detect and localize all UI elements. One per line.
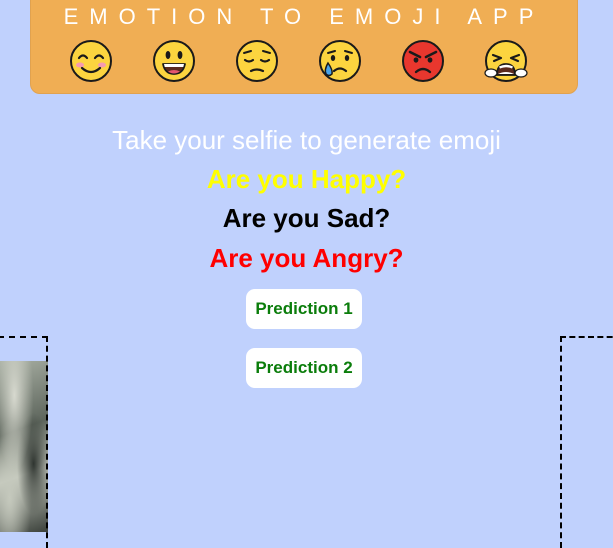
subtitle: Take your selfie to generate emoji — [112, 125, 501, 155]
grinning-face-icon — [152, 39, 196, 83]
angry-face-icon — [401, 39, 445, 83]
app-header: EMOTION TO EMOJI APP — [30, 0, 578, 94]
question-happy: Are you Happy? — [206, 164, 407, 194]
crying-face-icon — [318, 39, 362, 83]
tired-face-icon — [484, 39, 528, 83]
smiling-face-icon — [69, 39, 113, 83]
question-sad: Are you Sad? — [222, 203, 391, 233]
pensive-face-icon — [235, 39, 279, 83]
prediction-2-button[interactable]: Prediction 2 — [246, 348, 362, 388]
question-angry: Are you Angry? — [209, 243, 404, 273]
prediction-1-button[interactable]: Prediction 1 — [246, 289, 362, 329]
app-title: EMOTION TO EMOJI APP — [63, 4, 545, 29]
emoji-output-frame — [560, 336, 613, 548]
webcam-frame — [0, 336, 48, 548]
